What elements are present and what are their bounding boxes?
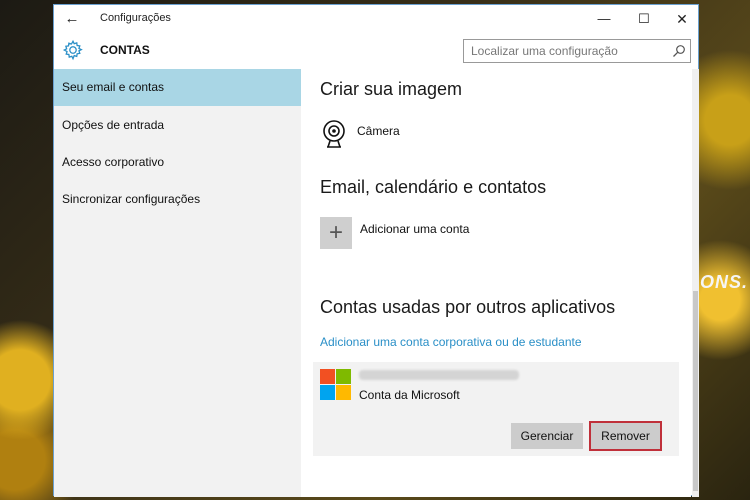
add-work-account-link[interactable]: Adicionar uma conta corporativa ou de es… [320,335,582,349]
content-pane: Criar sua imagem Câmera Email, calendári… [301,69,691,497]
camera-icon[interactable] [321,119,347,149]
sidebar-item-sign-in-options[interactable]: Opções de entrada [54,107,301,144]
back-button[interactable]: ← [62,9,82,29]
manage-button[interactable]: Gerenciar [511,423,583,449]
minimize-button[interactable]: — [586,5,622,33]
section-title-other-apps: Contas usadas por outros aplicativos [320,297,616,317]
section-title-email: Email, calendário e contatos [320,177,547,197]
section-title-picture: Criar sua imagem [320,79,463,99]
page-title: CONTAS [100,43,150,57]
account-email-blurred [359,370,519,380]
settings-window: ← Configurações — ☐ ✕ CONTAS Seu email e… [53,4,699,497]
sidebar-item-work-access[interactable]: Acesso corporativo [54,144,301,181]
maximize-button[interactable]: ☐ [626,5,662,33]
microsoft-account-card[interactable]: Conta da Microsoft Gerenciar Remover [313,362,679,456]
add-account-button[interactable]: + [320,217,352,249]
microsoft-logo-icon [320,369,352,401]
wallpaper-text: ONS. [700,272,749,292]
add-account-label[interactable]: Adicionar uma conta [360,222,469,236]
close-button[interactable]: ✕ [664,5,700,33]
search-icon[interactable] [672,44,686,58]
title-bar: ← Configurações — ☐ ✕ [54,5,698,33]
sidebar-item-email-accounts[interactable]: Seu email e contas [54,69,301,106]
account-type-label: Conta da Microsoft [359,388,460,402]
sidebar-item-sync-settings[interactable]: Sincronizar configurações [54,181,301,218]
window-title: Configurações [100,12,171,24]
search-input[interactable] [464,40,671,62]
plus-icon: + [328,219,343,246]
search-box[interactable] [463,39,691,63]
camera-label[interactable]: Câmera [357,124,400,138]
sidebar: Seu email e contas Opções de entrada Ace… [54,69,301,497]
page-header: CONTAS [54,33,698,69]
scrollbar[interactable] [692,69,699,497]
gear-icon [62,39,83,61]
remove-button[interactable]: Remover [589,421,662,451]
scrollbar-thumb[interactable] [693,291,698,491]
